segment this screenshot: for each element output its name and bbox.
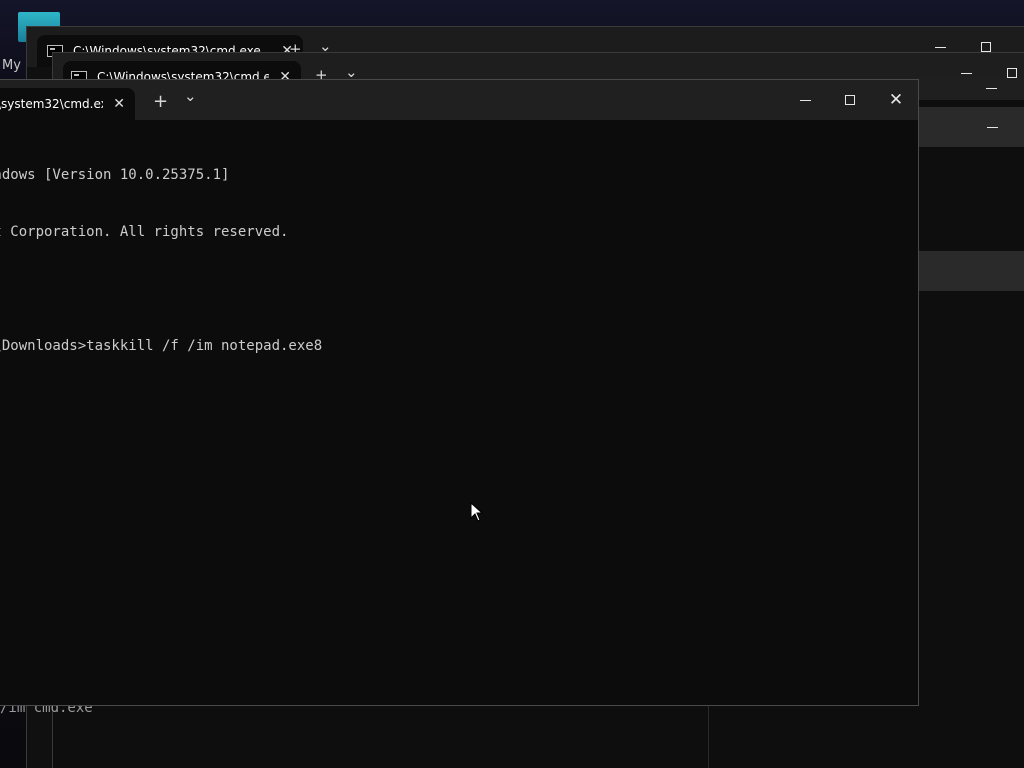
tab-dropdown-icon[interactable]: ⌄ xyxy=(345,65,358,80)
minimize-button[interactable] xyxy=(782,80,828,120)
close-icon: ✕ xyxy=(888,90,904,110)
back-panel-2 xyxy=(919,251,1024,291)
tab-cmd[interactable]: \system32\cmd.exe ✕ xyxy=(0,88,135,120)
terminal-window-back-3[interactable] xyxy=(916,78,1024,100)
maximize-icon xyxy=(981,42,991,52)
tab-close-icon[interactable]: ✕ xyxy=(103,96,135,112)
tab-dropdown-icon[interactable]: ⌄ xyxy=(184,89,197,104)
terminal-window-front[interactable]: \system32\cmd.exe ✕ + ⌄ ✕ indows [Versio… xyxy=(0,79,919,706)
minimize-icon xyxy=(799,99,811,101)
minimize-icon xyxy=(934,46,946,48)
minimize-icon xyxy=(986,126,998,128)
console-line: ft Corporation. All rights reserved. xyxy=(0,224,289,240)
console-output[interactable]: indows [Version 10.0.25375.1] ft Corpora… xyxy=(0,120,918,705)
tab-title: \system32\cmd.exe xyxy=(0,97,103,111)
minimize-button[interactable] xyxy=(969,107,1015,147)
new-tab-button[interactable]: + xyxy=(153,93,168,111)
desktop-icon-label[interactable]: My xyxy=(2,58,21,73)
desktop: My C:\Windows\system32\cmd.exe ✕ + ⌄ C:\… xyxy=(0,0,1024,768)
maximize-button[interactable] xyxy=(827,80,873,120)
mouse-pointer-icon xyxy=(470,502,484,522)
console-line: 6\Downloads>taskkill /f /im notepad.exe8 xyxy=(0,338,323,354)
minimize-button[interactable] xyxy=(968,68,1014,108)
console-line: indows [Version 10.0.25375.1] xyxy=(0,167,230,183)
titlebar[interactable]: \system32\cmd.exe ✕ + ⌄ ✕ xyxy=(0,80,918,120)
divider xyxy=(708,706,709,768)
maximize-icon xyxy=(845,95,855,105)
minimize-icon xyxy=(985,87,997,89)
close-button[interactable]: ✕ xyxy=(873,80,918,120)
